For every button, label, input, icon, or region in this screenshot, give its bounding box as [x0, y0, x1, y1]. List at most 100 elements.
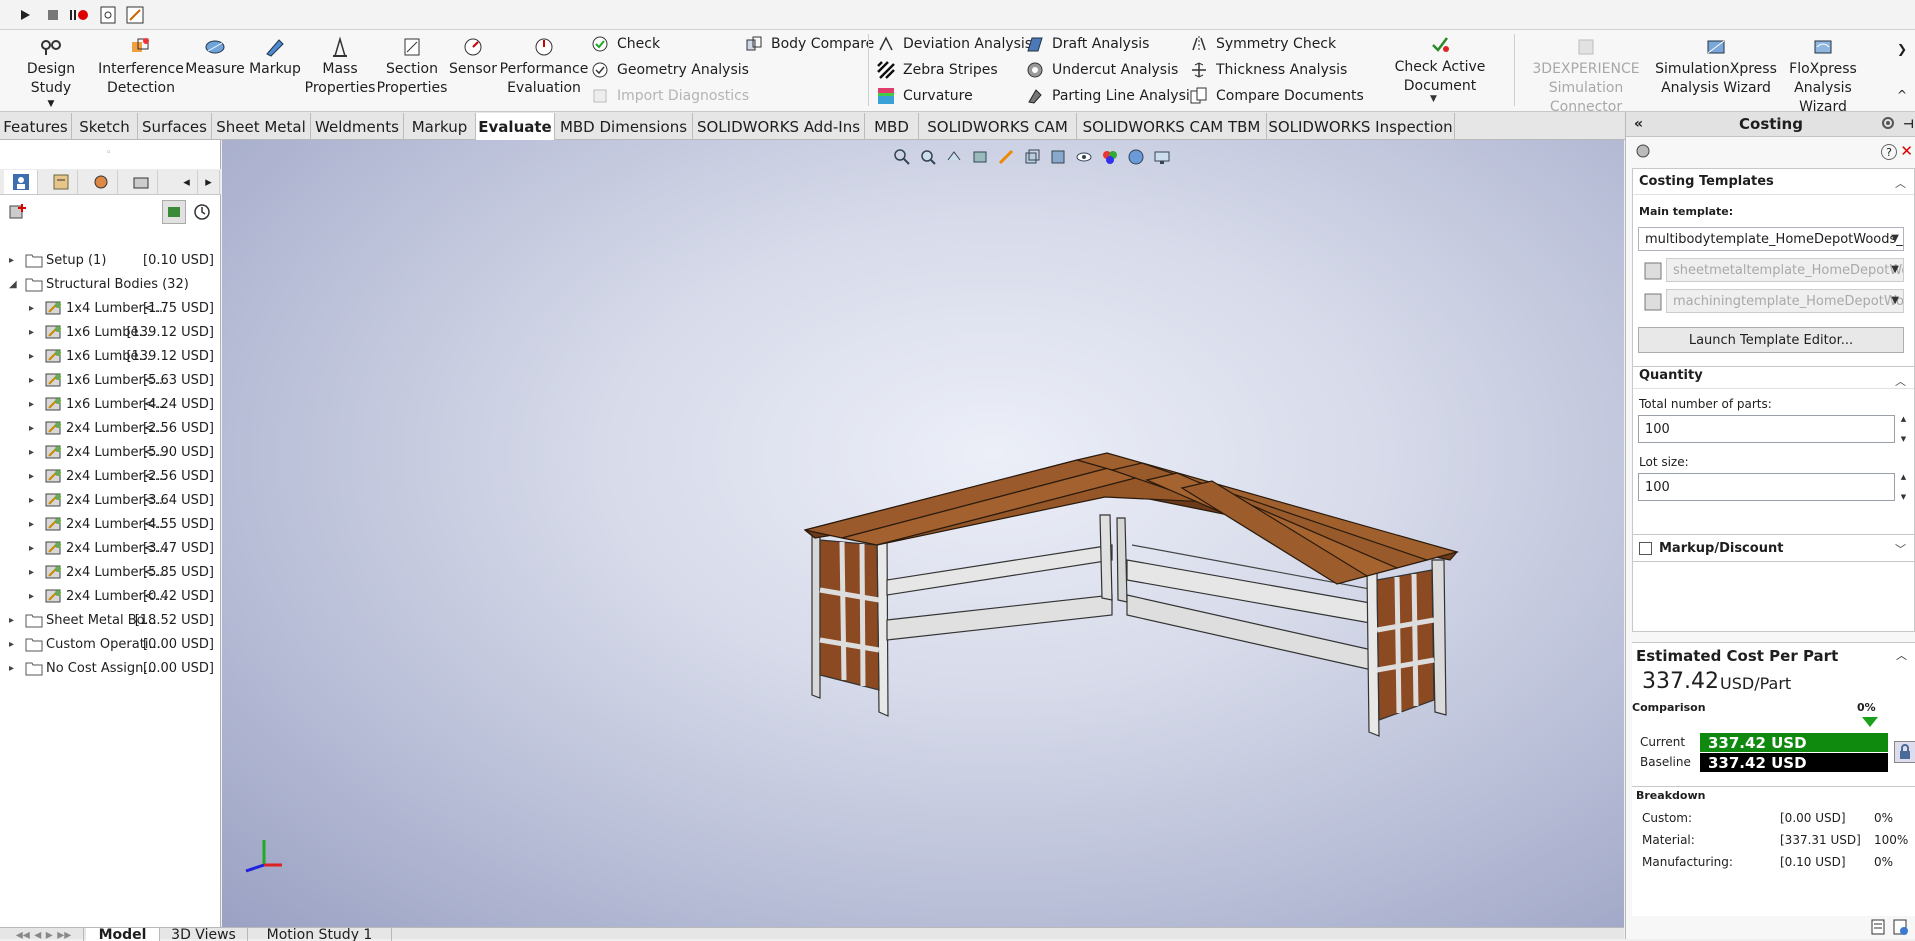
tree-item-body[interactable]: ▸ 1x6 Lumber<... [5.63 USD] [0, 368, 221, 392]
chevron-up-icon[interactable]: ︿ [1895, 373, 1906, 389]
featuremanager-tab-icon[interactable] [4, 170, 38, 194]
check-active-document-button[interactable]: Check Active Document [1370, 32, 1510, 96]
check-button[interactable]: Check [590, 32, 660, 56]
tab-markup[interactable]: Markup [404, 113, 476, 140]
filter-icon[interactable] [162, 200, 186, 224]
3dexperience-simulation-connector-button[interactable]: 3DEXPERIENCE Simulation Connector [1516, 34, 1656, 117]
geometry-analysis-button[interactable]: Geometry Analysis [590, 58, 749, 82]
sensor-button[interactable]: Sensor [448, 34, 498, 79]
add-body-icon[interactable] [8, 202, 28, 222]
deviation-analysis-button[interactable]: Deviation Analysis [876, 32, 1032, 56]
total-parts-input[interactable]: 100 [1638, 415, 1895, 443]
tab-weldments[interactable]: Weldments [311, 113, 404, 140]
configurationmanager-tab-icon[interactable] [84, 170, 118, 194]
curvature-button[interactable]: Curvature [876, 84, 973, 108]
expand-arrow-icon[interactable]: ▸ [9, 639, 14, 650]
tree-item-body[interactable]: ▸ 1x6 Lumbe... [139.12 USD] [0, 320, 221, 344]
symmetry-check-button[interactable]: Symmetry Check [1189, 32, 1336, 56]
edit-macro-icon[interactable] [124, 4, 146, 26]
expand-arrow-icon[interactable]: ▸ [29, 375, 34, 386]
expand-arrow-icon[interactable]: ▸ [29, 543, 34, 554]
interference-detection-button[interactable]: Interference Detection [98, 34, 184, 98]
simulationxpress-button[interactable]: SimulationXpress Analysis Wizard [1655, 34, 1777, 98]
expand-arrow-icon[interactable]: ▸ [29, 567, 34, 578]
zebra-stripes-button[interactable]: Zebra Stripes [876, 58, 998, 82]
lock-icon[interactable] [1894, 741, 1915, 763]
tab-solidworks-add-ins[interactable]: SOLIDWORKS Add-Ins [693, 113, 865, 140]
tree-item-body[interactable]: ▸ 2x4 Lumber<... [5.90 USD] [0, 440, 221, 464]
expand-arrow-icon[interactable]: ▸ [9, 615, 14, 626]
tab-3d-views[interactable]: 3D Views [160, 928, 248, 941]
ribbon-expand-icon[interactable]: ❯ [1897, 42, 1907, 56]
tree-item-body[interactable]: ▸ 2x4 Lumber<... [5.85 USD] [0, 560, 221, 584]
collapse-arrow-icon[interactable]: ◢ [9, 279, 17, 290]
tab-scroll-right-icon[interactable]: ▸ [198, 170, 220, 194]
markup-button[interactable]: Markup [248, 34, 302, 79]
tab-scroll-arrows-icon[interactable]: ◂◂ ◂ ▸ ▸▸ [4, 928, 84, 941]
play-icon[interactable] [14, 4, 36, 26]
tree-item-body[interactable]: ▸ 2x4 Lumber<... [0.42 USD] [0, 584, 221, 608]
measure-button[interactable]: Measure [183, 34, 247, 79]
markup-checkbox[interactable] [1639, 542, 1652, 555]
chevron-up-icon[interactable]: ︿ [1896, 647, 1907, 663]
floxpress-button[interactable]: FloXpress Analysis Wizard [1773, 34, 1873, 117]
lot-size-stepper[interactable]: ▲ ▼ [1897, 473, 1910, 501]
export-report-icon[interactable] [1892, 918, 1910, 936]
tree-item-body[interactable]: ▸ 2x4 Lumber<... [3.47 USD] [0, 536, 221, 560]
expand-arrow-icon[interactable]: ▸ [9, 663, 14, 674]
sheetmetal-template-dropdown[interactable]: sheetmetaltemplate_HomeDepotWo ▼ [1666, 258, 1904, 282]
expand-arrow-icon[interactable]: ▸ [29, 519, 34, 530]
chevron-down-icon[interactable]: ▼ [48, 98, 55, 110]
propertymanager-tab-icon[interactable] [44, 170, 78, 194]
costing-tab-icon[interactable] [124, 170, 158, 194]
total-parts-stepper[interactable]: ▲ ▼ [1897, 415, 1910, 443]
expand-arrow-icon[interactable]: ▸ [29, 471, 34, 482]
tree-item-structural-bodies[interactable]: ◢ Structural Bodies (32) [0, 272, 221, 296]
chevron-up-icon[interactable]: ︿ [1895, 175, 1906, 191]
undercut-analysis-button[interactable]: Undercut Analysis [1025, 58, 1178, 82]
stop-icon[interactable] [42, 4, 64, 26]
expand-arrow-icon[interactable]: ▸ [29, 351, 34, 362]
performance-evaluation-button[interactable]: Performance Evaluation [500, 34, 588, 98]
graphics-area[interactable] [222, 140, 1624, 927]
tab-motion-study[interactable]: Motion Study 1 [248, 928, 392, 941]
tab-solidworks-inspection[interactable]: SOLIDWORKS Inspection [1267, 113, 1455, 140]
thickness-analysis-button[interactable]: Thickness Analysis [1189, 58, 1347, 82]
desk-model[interactable] [222, 140, 1624, 927]
expand-arrow-icon[interactable]: ▸ [29, 327, 34, 338]
design-study-button[interactable]: Design Study ▼ [6, 34, 96, 110]
tree-item-body[interactable]: ▸ 1x6 Lumbe... [139.12 USD] [0, 344, 221, 368]
expand-arrow-icon[interactable]: ▸ [29, 303, 34, 314]
generate-report-icon[interactable] [1870, 918, 1888, 936]
body-compare-button[interactable]: Body Compare [744, 32, 874, 56]
tab-sketch[interactable]: Sketch [72, 113, 138, 140]
history-icon[interactable] [192, 202, 212, 222]
tab-mbd[interactable]: MBD [865, 113, 919, 140]
expand-arrow-icon[interactable]: ▸ [29, 423, 34, 434]
tree-item-body[interactable]: ▸ 1x6 Lumber<... [4.24 USD] [0, 392, 221, 416]
close-icon[interactable]: ✕ [1900, 142, 1913, 160]
tab-evaluate[interactable]: Evaluate [476, 113, 555, 141]
tab-solidworks-cam[interactable]: SOLIDWORKS CAM [919, 113, 1077, 140]
gear-icon[interactable] [1880, 115, 1896, 131]
tab-solidworks-cam-tbm[interactable]: SOLIDWORKS CAM TBM [1077, 113, 1267, 140]
tree-item-body[interactable]: ▸ 1x4 Lumber<... [1.75 USD] [0, 296, 221, 320]
tab-features[interactable]: Features [0, 113, 72, 140]
tree-item-no-cost-assigned[interactable]: ▸ No Cost Assign... [0.00 USD] [0, 656, 221, 680]
help-icon[interactable]: ? [1881, 144, 1897, 160]
lot-size-input[interactable]: 100 [1638, 473, 1895, 501]
tab-sheet-metal[interactable]: Sheet Metal [212, 113, 311, 140]
parting-line-analysis-button[interactable]: Parting Line Analysis [1025, 84, 1197, 108]
tab-model[interactable]: Model [86, 928, 160, 941]
pause-record-icon[interactable] [68, 4, 90, 26]
panel-grip-icon[interactable]: ◦ [106, 148, 111, 158]
new-macro-icon[interactable] [97, 4, 119, 26]
tab-surfaces[interactable]: Surfaces [138, 113, 212, 140]
tab-mbd-dimensions[interactable]: MBD Dimensions [555, 113, 693, 140]
expand-arrow-icon[interactable]: ▸ [29, 495, 34, 506]
section-properties-button[interactable]: Section Properties [376, 34, 448, 98]
tab-scroll-left-icon[interactable]: ◂ [176, 170, 198, 194]
draft-analysis-button[interactable]: Draft Analysis [1025, 32, 1149, 56]
tree-item-body[interactable]: ▸ 2x4 Lumber<... [4.55 USD] [0, 512, 221, 536]
main-template-dropdown[interactable]: multibodytemplate_HomeDepotWoods_(e ▼ [1638, 227, 1904, 251]
